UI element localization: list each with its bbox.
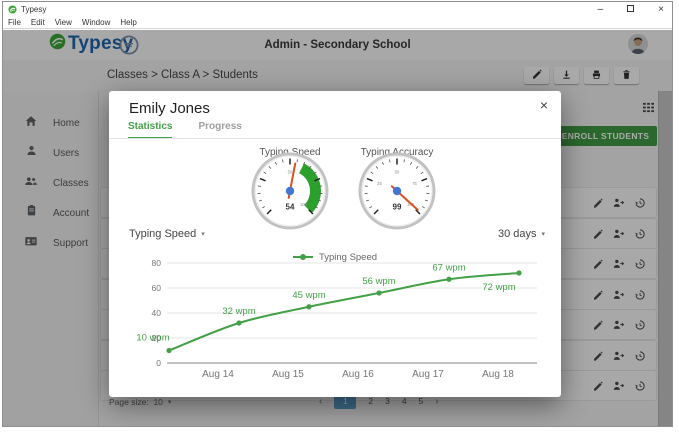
- modal-tabs: Statistics Progress: [128, 121, 242, 139]
- svg-text:10 wpm: 10 wpm: [136, 333, 169, 344]
- svg-text:40: 40: [152, 308, 162, 318]
- svg-text:60: 60: [152, 283, 162, 293]
- svg-text:56 wpm: 56 wpm: [362, 276, 395, 287]
- typing-speed-gauge: 50 100 54: [250, 151, 330, 231]
- menu-item-help[interactable]: Help: [120, 18, 136, 27]
- svg-text:Aug 18: Aug 18: [482, 369, 514, 380]
- svg-text:45 wpm: 45 wpm: [292, 290, 325, 301]
- svg-text:32 wpm: 32 wpm: [222, 306, 255, 317]
- svg-text:Aug 15: Aug 15: [272, 369, 304, 380]
- minimize-button[interactable]: –: [598, 2, 604, 17]
- title-bar: Typesy – ×: [3, 2, 672, 17]
- date-range-dropdown[interactable]: 30 days: [498, 228, 545, 240]
- svg-text:25: 25: [377, 181, 382, 186]
- close-modal-button[interactable]: ×: [540, 97, 548, 113]
- student-name-title: Emily Jones: [129, 100, 210, 117]
- student-stats-modal: Emily Jones × Statistics Progress Typing…: [109, 91, 561, 397]
- typing-accuracy-gauge: 25507510099: [357, 151, 437, 231]
- svg-text:50: 50: [395, 170, 400, 175]
- svg-text:80: 80: [152, 258, 162, 268]
- close-window-button[interactable]: ×: [658, 2, 664, 17]
- svg-text:54: 54: [286, 203, 295, 212]
- maximize-icon: [627, 5, 634, 12]
- tab-divider: [109, 138, 561, 139]
- svg-text:67 wpm: 67 wpm: [432, 262, 465, 273]
- menu-item-file[interactable]: File: [8, 18, 21, 27]
- svg-text:Aug 17: Aug 17: [412, 369, 444, 380]
- svg-text:50: 50: [288, 170, 293, 175]
- tab-statistics[interactable]: Statistics: [128, 121, 172, 139]
- svg-text:Aug 16: Aug 16: [342, 369, 374, 380]
- maximize-button[interactable]: [627, 2, 634, 17]
- menu-item-edit[interactable]: Edit: [31, 18, 45, 27]
- tab-progress[interactable]: Progress: [198, 121, 241, 139]
- menu-item-view[interactable]: View: [55, 18, 72, 27]
- svg-text:72 wpm: 72 wpm: [482, 282, 515, 293]
- svg-text:100: 100: [300, 202, 308, 207]
- window-title: Typesy: [21, 5, 46, 14]
- svg-text:99: 99: [393, 203, 402, 212]
- svg-text:75: 75: [412, 181, 417, 186]
- app-logo-icon: [8, 1, 17, 19]
- svg-text:0: 0: [156, 358, 161, 368]
- menu-item-window[interactable]: Window: [82, 18, 110, 27]
- metric-dropdown[interactable]: Typing Speed: [129, 228, 205, 240]
- app-window: Typesy – × File Edit View Window Help Typesy…: [2, 1, 673, 427]
- typing-speed-chart: 020406080Aug 14Aug 15Aug 16Aug 17Aug 181…: [127, 258, 547, 384]
- menu-bar: File Edit View Window Help: [3, 17, 672, 29]
- svg-text:Aug 14: Aug 14: [202, 369, 234, 380]
